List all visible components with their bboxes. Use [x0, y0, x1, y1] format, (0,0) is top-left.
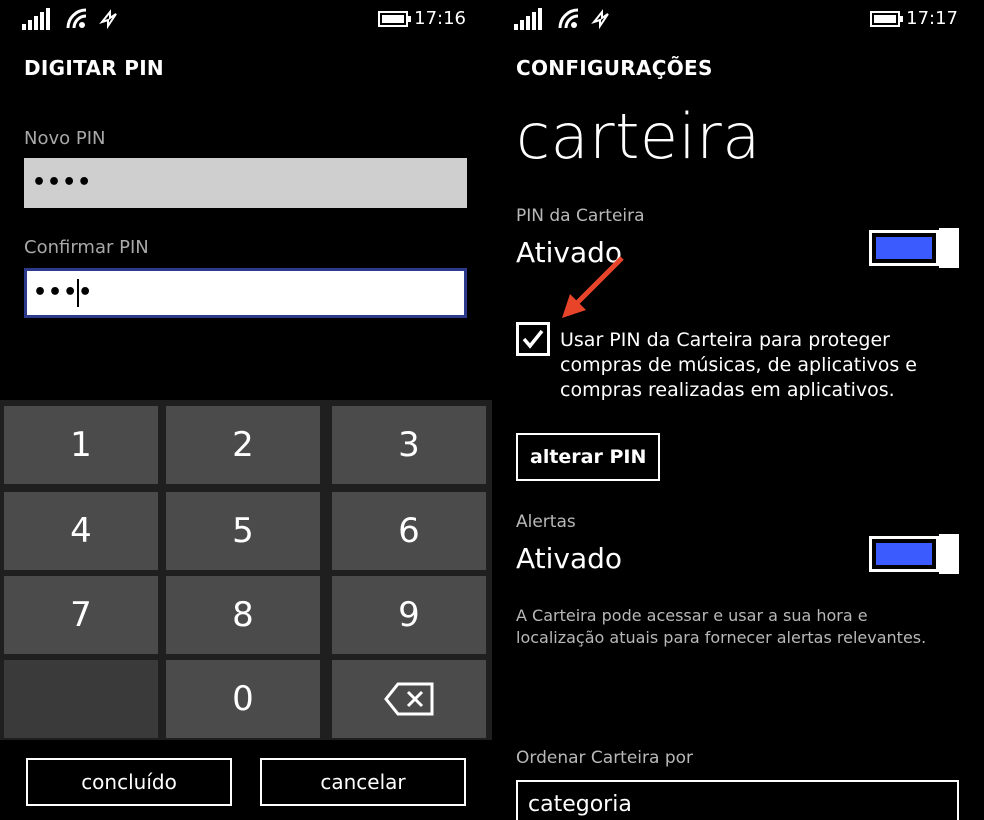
use-pin-checkbox-label: Usar PIN da Carteira para proteger compr…	[560, 329, 917, 401]
alerts-value: Ativado	[516, 542, 623, 575]
alerts-toggle[interactable]	[869, 534, 959, 574]
change-pin-button[interactable]: alterar PIN	[516, 433, 661, 481]
toggle-thumb	[939, 228, 959, 268]
signal-icon	[22, 8, 50, 30]
sort-by-select[interactable]: categoria	[516, 780, 959, 820]
backspace-icon	[384, 682, 434, 716]
enter-pin-screen: 17:16 DIGITAR PIN Novo PIN •••• Confirma…	[0, 0, 492, 820]
key-backspace[interactable]	[332, 660, 486, 738]
key-4[interactable]: 4	[4, 492, 158, 570]
wallet-settings-screen: 17:17 CONFIGURAÇÕES carteira PIN da Cart…	[492, 0, 984, 820]
key-1[interactable]: 1	[4, 406, 158, 484]
key-6[interactable]: 6	[332, 492, 486, 570]
confirm-pin-field[interactable]: ••••	[24, 268, 467, 318]
status-bar: 17:17	[492, 0, 984, 36]
battery-icon	[378, 11, 411, 27]
sort-by-label: Ordenar Carteira por	[516, 748, 694, 768]
signal-icon	[514, 8, 542, 30]
wifi-icon	[558, 8, 579, 29]
text-caret	[77, 279, 79, 307]
key-0[interactable]: 0	[166, 660, 320, 738]
new-pin-label: Novo PIN	[24, 128, 106, 149]
key-blank	[4, 660, 158, 738]
cancel-button[interactable]: cancelar	[260, 758, 466, 806]
page-title: CONFIGURAÇÕES	[516, 56, 713, 80]
new-pin-value: ••••	[32, 170, 93, 195]
arrow-annotation-icon	[562, 256, 624, 318]
use-pin-checkbox[interactable]	[516, 322, 550, 356]
key-9[interactable]: 9	[332, 576, 486, 654]
status-bar: 17:16	[0, 0, 492, 36]
checkmark-icon	[522, 329, 544, 349]
confirm-pin-label: Confirmar PIN	[24, 237, 149, 258]
confirm-pin-value: ••••	[33, 280, 94, 305]
toggle-track	[869, 230, 939, 266]
alerts-description: A Carteira pode acessar e usar a sua hor…	[516, 606, 927, 647]
clock: 17:16	[414, 8, 466, 29]
pin-setting-label: PIN da Carteira	[516, 206, 645, 226]
toggle-track	[869, 536, 939, 572]
battery-icon	[870, 11, 903, 27]
wifi-icon	[66, 8, 87, 29]
done-button[interactable]: concluído	[26, 758, 232, 806]
key-7[interactable]: 7	[4, 576, 158, 654]
key-8[interactable]: 8	[166, 576, 320, 654]
data-icon	[591, 9, 609, 30]
pin-toggle[interactable]	[869, 228, 959, 268]
key-5[interactable]: 5	[166, 492, 320, 570]
toggle-thumb	[939, 534, 959, 574]
wallet-title: carteira	[516, 100, 761, 173]
key-3[interactable]: 3	[332, 406, 486, 484]
new-pin-field[interactable]: ••••	[24, 158, 467, 208]
numeric-keypad: 1 2 3 4 5 6 7 8 9 0	[0, 400, 492, 740]
toggle-fill	[876, 237, 932, 259]
toggle-fill	[876, 543, 932, 565]
page-title: DIGITAR PIN	[24, 56, 164, 80]
alerts-label: Alertas	[516, 512, 576, 532]
key-2[interactable]: 2	[166, 406, 320, 484]
data-icon	[99, 9, 117, 30]
clock: 17:17	[906, 8, 958, 29]
